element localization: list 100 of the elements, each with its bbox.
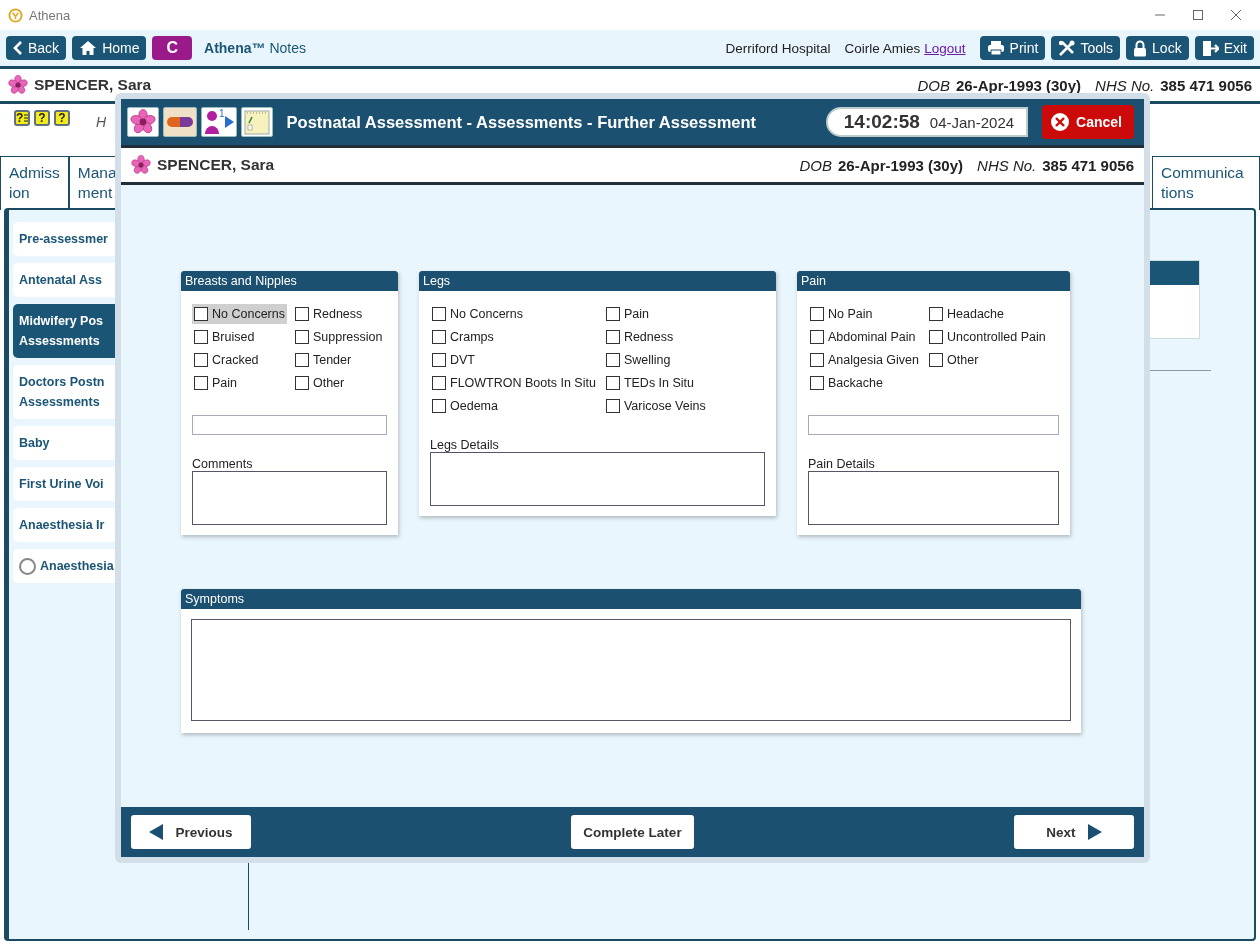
- dob-label: DOB: [917, 76, 950, 94]
- capsule-tile[interactable]: [163, 107, 197, 137]
- nhs-value: 385 471 9056: [1160, 76, 1252, 94]
- cancel-button[interactable]: Cancel: [1042, 105, 1134, 139]
- text-field[interactable]: [192, 415, 387, 435]
- patient-name: SPENCER, Sara: [157, 156, 275, 174]
- logout-link[interactable]: Logout: [924, 40, 966, 56]
- nhs-label: NHS No.: [1095, 76, 1155, 94]
- checkbox[interactable]: [929, 330, 944, 344]
- symptoms-textarea[interactable]: [191, 619, 1071, 721]
- checkbox[interactable]: [605, 330, 620, 344]
- radio-button[interactable]: [19, 557, 36, 575]
- checkbox[interactable]: [929, 307, 944, 321]
- checkbox[interactable]: [432, 399, 446, 413]
- checkbox[interactable]: [432, 353, 446, 367]
- checkbox[interactable]: [194, 307, 208, 321]
- help-flag-icon[interactable]: ?: [54, 110, 70, 126]
- checkbox-option[interactable]: No Concerns: [430, 304, 598, 324]
- checkbox-option[interactable]: No Concerns: [192, 304, 287, 324]
- checkbox-option[interactable]: Swelling: [603, 350, 708, 370]
- section-title: Legs: [419, 271, 776, 291]
- flower-tile[interactable]: [127, 107, 159, 137]
- flower-icon: [131, 155, 151, 175]
- checkbox-option[interactable]: Oedema: [430, 396, 598, 416]
- checkbox-option[interactable]: DVT: [430, 350, 598, 370]
- checkbox[interactable]: [810, 330, 824, 344]
- printer-icon: [986, 40, 1005, 56]
- checkbox-option[interactable]: Bruised: [192, 327, 287, 347]
- play-icon: [224, 116, 234, 128]
- checkbox[interactable]: [605, 376, 620, 390]
- tools-button[interactable]: Tools: [1051, 36, 1121, 60]
- checkbox[interactable]: [194, 330, 208, 344]
- lock-button[interactable]: Lock: [1126, 36, 1189, 60]
- app-name: Athena™ Notes: [204, 40, 306, 56]
- exit-icon: [1201, 39, 1219, 57]
- checkbox-option[interactable]: Backache: [808, 373, 922, 393]
- checkbox-option[interactable]: No Pain: [808, 304, 922, 324]
- home-icon: [79, 40, 98, 56]
- checkbox[interactable]: [605, 307, 620, 321]
- checkbox[interactable]: [194, 376, 208, 390]
- checkbox[interactable]: [294, 376, 309, 390]
- close-icon[interactable]: [1230, 9, 1242, 21]
- date-text: 04-Jan-2024: [929, 113, 1015, 131]
- person-icon: [204, 110, 220, 134]
- checkbox[interactable]: [810, 376, 824, 390]
- checkbox-option[interactable]: Cramps: [430, 327, 598, 347]
- nav-tab[interactable]: Admiss ion: [0, 156, 69, 210]
- checkbox[interactable]: [605, 399, 620, 413]
- checkbox-option[interactable]: Headache: [927, 304, 1048, 324]
- checkbox[interactable]: [929, 353, 944, 367]
- print-button[interactable]: Print: [979, 36, 1046, 60]
- checkbox-option[interactable]: FLOWTRON Boots In Situ: [430, 373, 598, 393]
- letter-button[interactable]: C: [152, 36, 193, 60]
- patient-name: SPENCER, Sara: [34, 76, 152, 94]
- heading-text: H: [96, 114, 107, 130]
- exit-button[interactable]: Exit: [1194, 36, 1254, 60]
- checkbox-option[interactable]: TEDs In Situ: [603, 373, 708, 393]
- help-flag-icon[interactable]: ?: [34, 110, 50, 126]
- nav-tab[interactable]: Communica tions: [1152, 156, 1260, 210]
- checkbox[interactable]: [294, 307, 309, 321]
- details-textarea[interactable]: [808, 471, 1059, 525]
- help-flag-icon[interactable]: ?: [14, 110, 30, 126]
- details-textarea[interactable]: [430, 452, 765, 506]
- checkbox[interactable]: [810, 353, 824, 367]
- complete-later-button[interactable]: Complete Later: [571, 815, 694, 849]
- section-title: Breasts and Nipples: [181, 271, 398, 291]
- checkbox-option[interactable]: Suppression: [292, 327, 385, 347]
- checkbox-option[interactable]: Analgesia Given: [808, 350, 922, 370]
- checkbox[interactable]: [432, 330, 446, 344]
- dob-value: 26-Apr-1993 (30y): [956, 76, 1082, 94]
- checkbox-option[interactable]: Pain: [603, 304, 708, 324]
- checkbox[interactable]: [432, 376, 446, 390]
- maximize-icon[interactable]: [1192, 9, 1204, 21]
- checkbox[interactable]: [605, 353, 620, 367]
- checkbox-option[interactable]: Other: [292, 373, 385, 393]
- tools-icon: [1058, 39, 1076, 57]
- checkbox[interactable]: [432, 307, 446, 321]
- checkbox-option[interactable]: Redness: [292, 304, 385, 324]
- next-button[interactable]: Next: [1014, 815, 1134, 849]
- checkbox-option[interactable]: Other: [927, 350, 1048, 370]
- field-label: Pain Details: [808, 457, 876, 471]
- checkbox[interactable]: [194, 353, 208, 367]
- details-textarea[interactable]: [192, 471, 387, 525]
- text-field[interactable]: [808, 415, 1059, 435]
- section-title: Symptoms: [181, 589, 1081, 609]
- checkbox[interactable]: [294, 353, 309, 367]
- person-tile[interactable]: 1: [201, 107, 237, 137]
- back-button[interactable]: Back: [6, 36, 67, 60]
- checkbox[interactable]: [294, 330, 309, 344]
- checkbox[interactable]: [810, 307, 824, 321]
- checkbox-option[interactable]: Pain: [192, 373, 287, 393]
- checkbox-option[interactable]: Cracked: [192, 350, 287, 370]
- previous-button[interactable]: Previous: [131, 815, 251, 849]
- checkbox-option[interactable]: Abdominal Pain: [808, 327, 922, 347]
- checkbox-option[interactable]: Varicose Veins: [603, 396, 708, 416]
- notepad-tile[interactable]: [240, 107, 273, 137]
- checkbox-option[interactable]: Uncontrolled Pain: [927, 327, 1048, 347]
- home-button[interactable]: Home: [72, 36, 147, 60]
- checkbox-option[interactable]: Tender: [292, 350, 385, 370]
- checkbox-option[interactable]: Redness: [603, 327, 708, 347]
